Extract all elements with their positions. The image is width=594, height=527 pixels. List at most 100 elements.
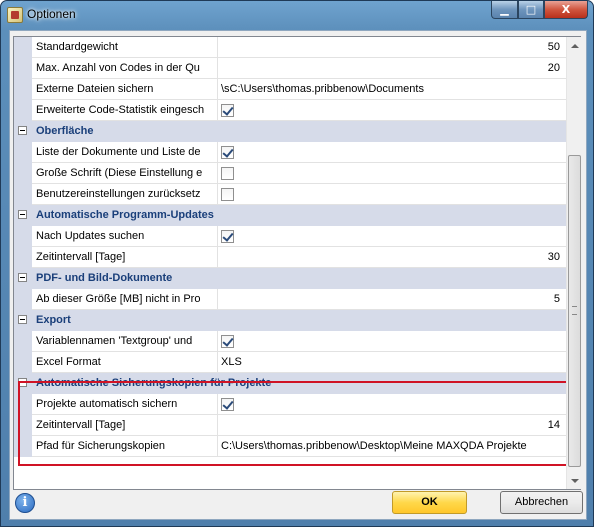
row-gutter [14, 436, 32, 457]
property-value[interactable]: 14 [548, 419, 560, 431]
column-divider[interactable] [217, 58, 218, 79]
property-name: Benutzereinstellungen zurücksetz [36, 188, 201, 200]
column-divider[interactable] [217, 289, 218, 310]
property-name: Projekte automatisch sichern [36, 398, 178, 410]
row-gutter [14, 163, 32, 184]
collapse-icon[interactable] [18, 315, 27, 324]
row-gutter [14, 415, 32, 436]
property-value[interactable]: 50 [548, 41, 560, 53]
arrow-up-icon [570, 43, 579, 48]
property-row[interactable]: Zeitintervall [Tage] 30 [14, 247, 566, 268]
property-row[interactable]: Excel Format XLS [14, 352, 566, 373]
category-row[interactable]: PDF- und Bild-Dokumente [14, 268, 566, 289]
property-name: Liste der Dokumente und Liste de [36, 146, 201, 158]
category-row[interactable]: Automatische Programm-Updates [14, 205, 566, 226]
property-checkbox[interactable] [221, 104, 234, 117]
property-checkbox[interactable] [221, 167, 234, 180]
property-name: Standardgewicht [36, 41, 118, 53]
column-divider[interactable] [217, 163, 218, 184]
close-button[interactable]: X [544, 1, 588, 19]
column-divider[interactable] [217, 37, 218, 58]
property-row[interactable]: Externe Dateien sichern \sC:\Users\thomas… [14, 79, 566, 100]
column-divider[interactable] [217, 184, 218, 205]
column-divider[interactable] [217, 436, 218, 457]
scroll-thumb[interactable] [568, 155, 581, 467]
row-gutter [14, 352, 32, 373]
property-row[interactable]: Große Schrift (Diese Einstellung e [14, 163, 566, 184]
category-label: Export [36, 314, 71, 326]
property-row[interactable]: Variablennamen 'Textgroup' und [14, 331, 566, 352]
scroll-up-button[interactable] [567, 37, 582, 54]
property-row[interactable]: Pfad für Sicherungskopien C:\Users\thomas… [14, 436, 566, 457]
minimize-button[interactable]: ▁ [491, 1, 518, 19]
column-divider[interactable] [217, 142, 218, 163]
category-label: Automatische Sicherungskopien für Projek… [36, 377, 272, 389]
info-icon[interactable]: i [15, 493, 35, 513]
property-rows: Standardgewicht 50 Max. Anzahl von Codes i… [14, 37, 566, 489]
app-icon[interactable] [7, 7, 23, 23]
category-row[interactable]: Automatische Sicherungskopien für Projek… [14, 373, 566, 394]
property-row[interactable]: Ab dieser Größe [MB] nicht in Pro 5 [14, 289, 566, 310]
property-value[interactable]: 20 [548, 62, 560, 74]
property-name: Max. Anzahl von Codes in der Qu [36, 62, 200, 74]
property-name: Zeitintervall [Tage] [36, 419, 126, 431]
property-grid: Standardgewicht 50 Max. Anzahl von Codes i… [13, 36, 581, 490]
property-checkbox[interactable] [221, 188, 234, 201]
property-name: Zeitintervall [Tage] [36, 251, 126, 263]
property-row[interactable]: Max. Anzahl von Codes in der Qu 20 [14, 58, 566, 79]
property-row[interactable]: Standardgewicht 50 [14, 37, 566, 58]
cancel-button[interactable]: Abbrechen [500, 491, 583, 514]
title-bar[interactable]: Optionen ▁ □ X [1, 1, 593, 29]
maximize-icon: □ [525, 3, 537, 16]
maximize-button[interactable]: □ [518, 1, 544, 19]
category-label: PDF- und Bild-Dokumente [36, 272, 173, 284]
column-divider[interactable] [217, 79, 218, 100]
category-label: Automatische Programm-Updates [36, 209, 214, 221]
property-value[interactable]: XLS [221, 356, 242, 368]
collapse-icon[interactable] [18, 210, 27, 219]
property-value[interactable]: \sC:\Users\thomas.pribbenow\Documents [221, 83, 424, 95]
row-gutter [14, 100, 32, 121]
row-gutter [14, 394, 32, 415]
property-checkbox[interactable] [221, 230, 234, 243]
property-row[interactable]: Nach Updates suchen [14, 226, 566, 247]
property-row[interactable]: Zeitintervall [Tage] 14 [14, 415, 566, 436]
row-gutter [14, 184, 32, 205]
column-divider[interactable] [217, 247, 218, 268]
vertical-scrollbar[interactable] [566, 37, 581, 489]
collapse-icon[interactable] [18, 378, 27, 387]
scroll-down-button[interactable] [567, 472, 582, 489]
property-name: Externe Dateien sichern [36, 83, 154, 95]
column-divider[interactable] [217, 394, 218, 415]
column-divider[interactable] [217, 331, 218, 352]
row-gutter [14, 58, 32, 79]
column-divider[interactable] [217, 352, 218, 373]
row-gutter [14, 142, 32, 163]
property-row[interactable]: Projekte automatisch sichern [14, 394, 566, 415]
collapse-icon[interactable] [18, 126, 27, 135]
row-gutter [14, 226, 32, 247]
property-checkbox[interactable] [221, 146, 234, 159]
ok-button[interactable]: OK [392, 491, 467, 514]
property-row[interactable]: Erweiterte Code-Statistik eingesch [14, 100, 566, 121]
property-row[interactable]: Benutzereinstellungen zurücksetz [14, 184, 566, 205]
property-value[interactable]: 30 [548, 251, 560, 263]
row-gutter [14, 37, 32, 58]
property-name: Erweiterte Code-Statistik eingesch [36, 104, 205, 116]
row-gutter [14, 289, 32, 310]
row-gutter [14, 79, 32, 100]
property-checkbox[interactable] [221, 398, 234, 411]
column-divider[interactable] [217, 100, 218, 121]
property-value[interactable]: 5 [554, 293, 560, 305]
dialog-body: Standardgewicht 50 Max. Anzahl von Codes i… [9, 30, 587, 520]
column-divider[interactable] [217, 226, 218, 247]
property-row[interactable]: Liste der Dokumente und Liste de [14, 142, 566, 163]
collapse-icon[interactable] [18, 273, 27, 282]
property-checkbox[interactable] [221, 335, 234, 348]
category-row[interactable]: Export [14, 310, 566, 331]
property-name: Excel Format [36, 356, 101, 368]
property-value[interactable]: C:\Users\thomas.pribbenow\Desktop\Meine … [221, 440, 527, 452]
column-divider[interactable] [217, 415, 218, 436]
category-row[interactable]: Oberfläche [14, 121, 566, 142]
row-gutter [14, 247, 32, 268]
